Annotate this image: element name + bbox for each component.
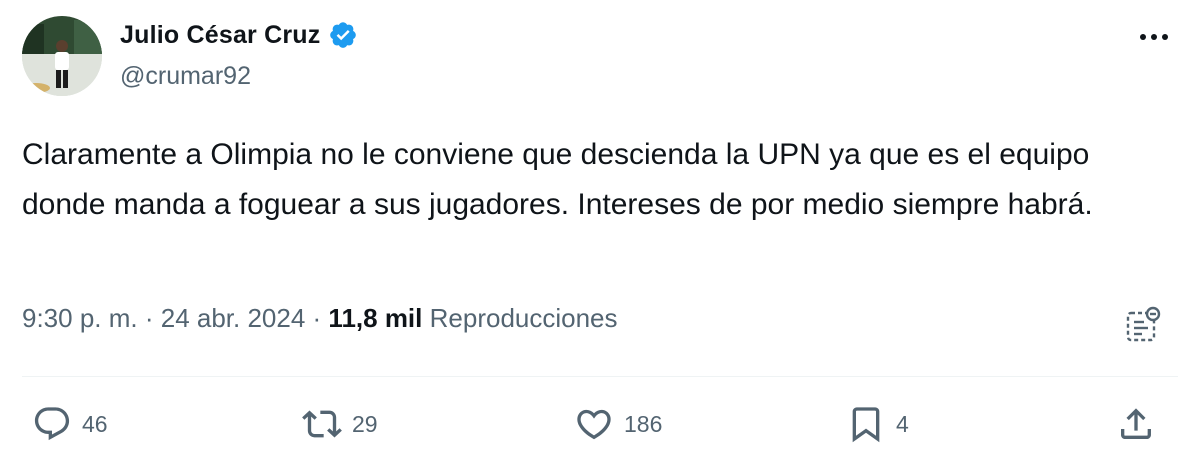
bookmark-button[interactable]: 4 [846,404,909,444]
share-icon [1121,408,1151,439]
meta-separator-2: · [305,303,329,333]
more-dots-icon[interactable] [1136,22,1172,52]
meta-separator: · [137,303,161,333]
like-button[interactable]: 186 [574,404,662,444]
verified-badge-icon[interactable] [328,20,358,50]
heart-icon [577,409,611,440]
tweet-text: Claramente a Olimpia no le conviene que … [22,138,1093,221]
tweet-meta: 9:30 p. m. · 24 abr. 2024 · 11,8 mil Rep… [22,303,618,334]
retweet-icon [302,410,342,438]
like-count: 186 [624,410,663,437]
reply-button[interactable]: 46 [32,404,108,444]
tweet-time[interactable]: 9:30 p. m. [22,303,138,334]
analytics-icon[interactable] [1124,304,1164,344]
retweet-count: 29 [352,410,378,437]
views-count: 11,8 mil [328,303,423,333]
avatar-photo [22,16,102,96]
share-button[interactable] [1116,404,1156,444]
divider [22,376,1178,377]
reply-icon [34,407,70,441]
avatar[interactable] [22,16,102,96]
reply-count: 46 [82,410,108,437]
views-label: Reproducciones [429,303,618,333]
bookmark-icon [852,407,880,443]
retweet-button[interactable]: 29 [302,404,378,444]
author-name-row: Julio César Cruz [120,20,358,50]
bookmark-count: 4 [896,410,909,437]
tweet-date[interactable]: 24 abr. 2024 [161,303,306,334]
author-display-name[interactable]: Julio César Cruz [120,21,320,50]
author-handle[interactable]: @crumar92 [120,62,251,91]
